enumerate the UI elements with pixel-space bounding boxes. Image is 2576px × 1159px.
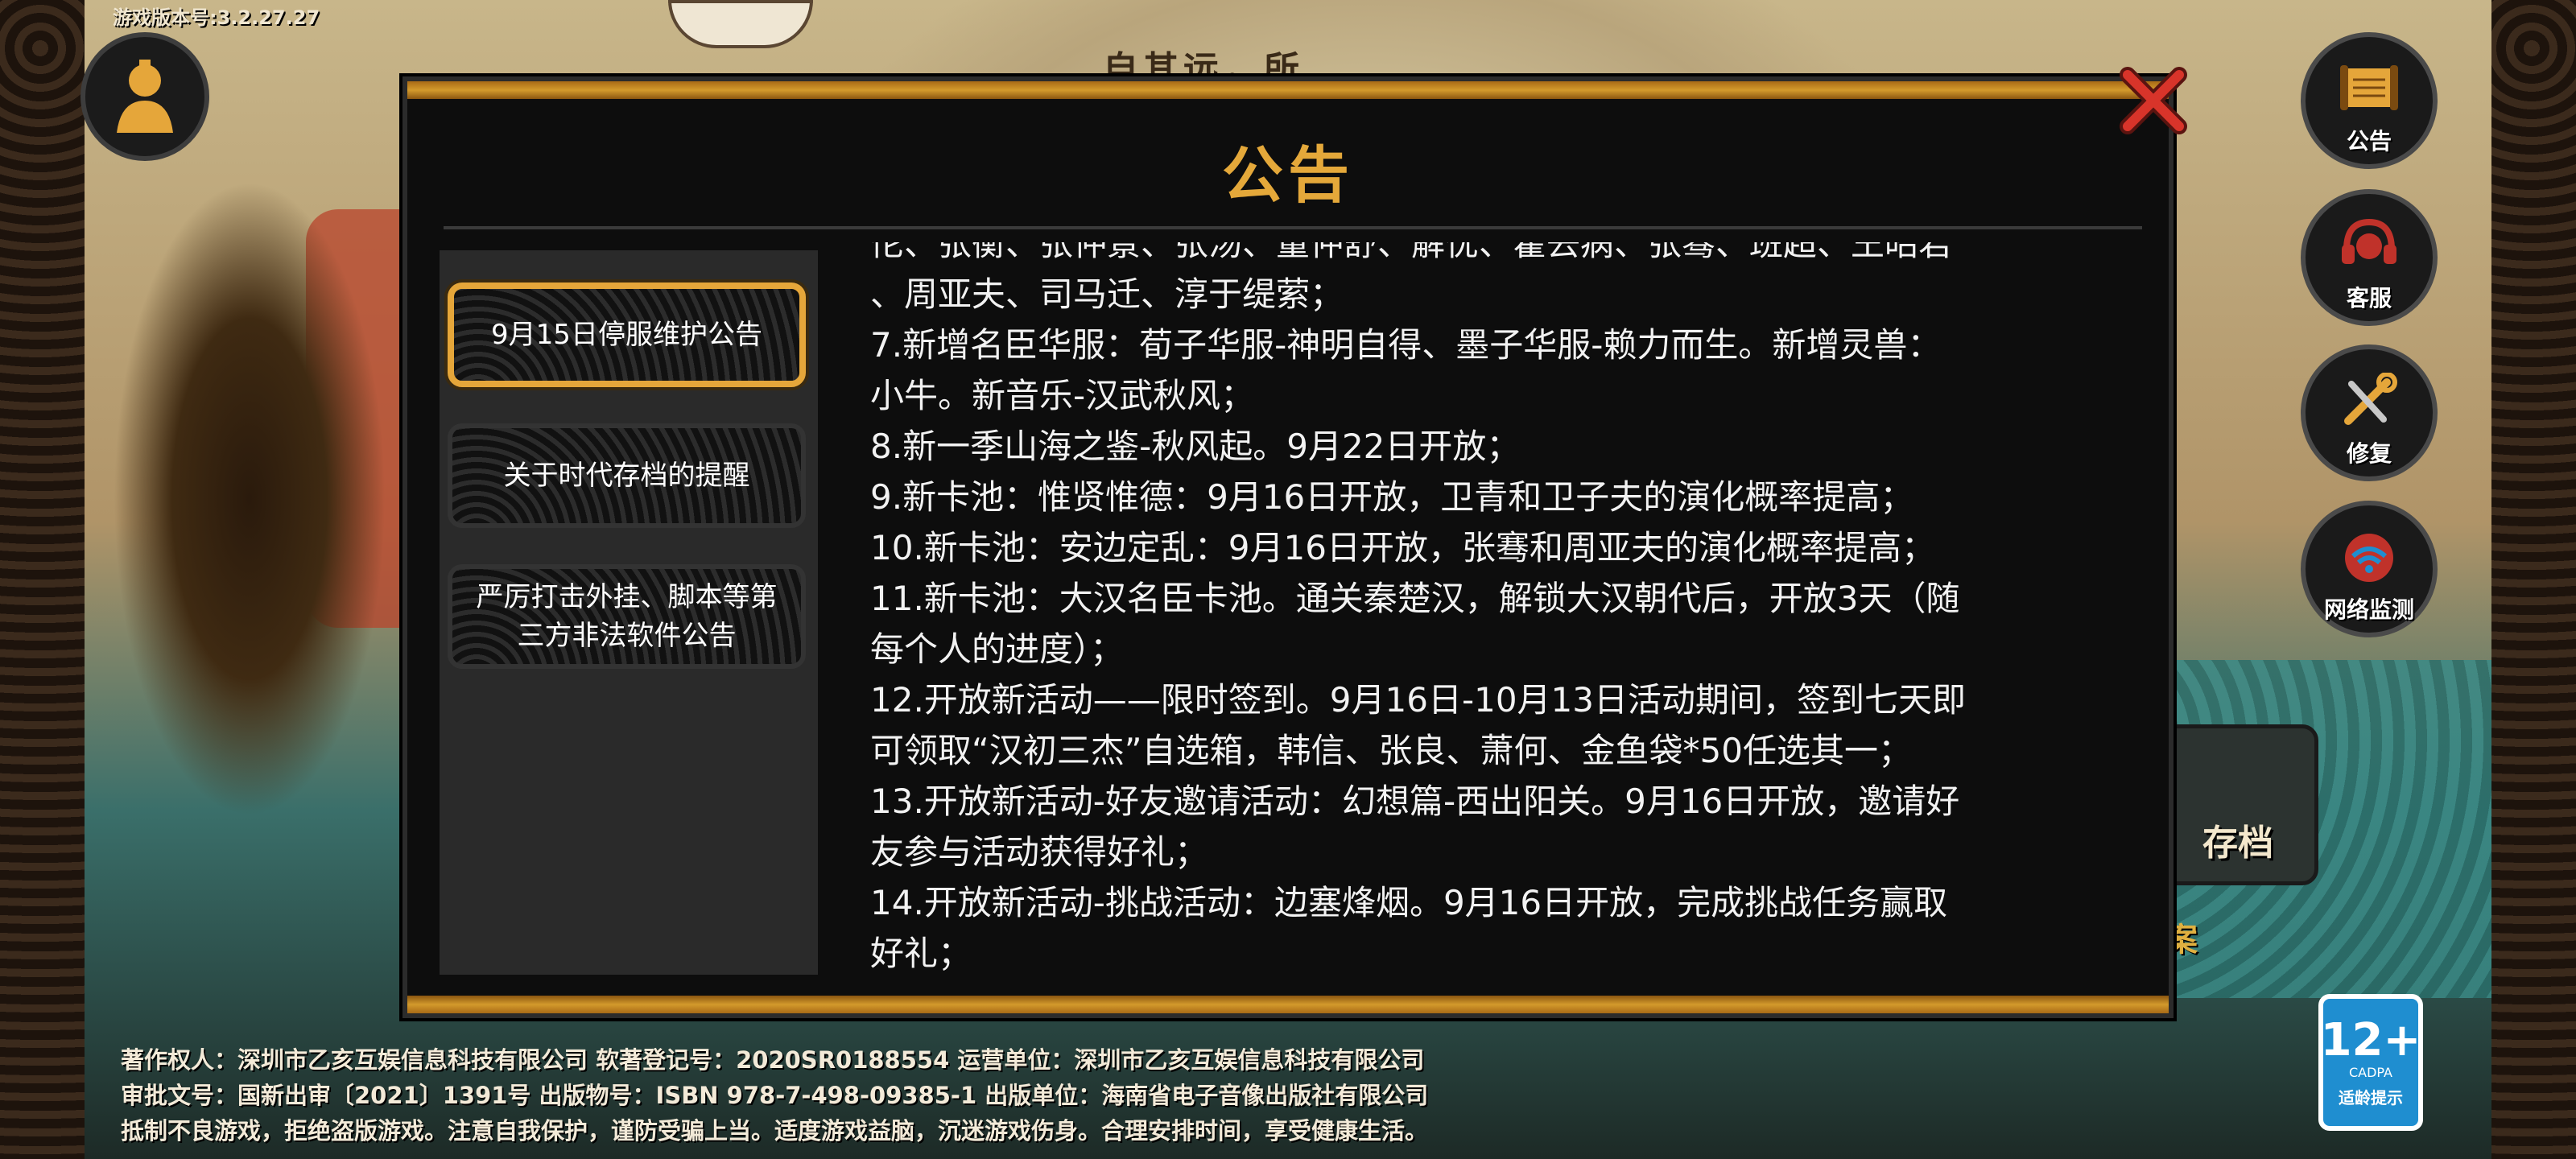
legal-health-notice-line: 抵制不良游戏，拒绝盗版游戏。注意自我保护，谨防受骗上当。适度游戏益脑，沉迷游戏伤… xyxy=(121,1117,1429,1145)
dialog-divider xyxy=(444,226,2142,229)
announcement-line: 小牛。新音乐-汉武秋风； xyxy=(870,376,1255,415)
age-rating-badge[interactable]: 12+ CADPA 适龄提示 xyxy=(2318,994,2423,1131)
legal-copyright-line: 著作权人：深圳市乙亥互娱信息科技有限公司 软著登记号：2020SR0188554… xyxy=(121,1046,1425,1074)
dialog-top-border xyxy=(407,81,2169,99)
age-rating-value: 12+ xyxy=(2320,1014,2421,1066)
announcement-line: 8.新一季山海之鉴-秋风起。9月22日开放； xyxy=(870,427,1521,466)
tab-anti-cheat-notice[interactable]: 严厉打击外挂、脚本等第三方非法软件公告 xyxy=(448,564,806,669)
age-rating-tip: 适龄提示 xyxy=(2339,1088,2403,1107)
tab-label: 关于时代存档的提醒 xyxy=(503,460,750,492)
wifi-icon xyxy=(2345,534,2393,582)
announcement-line: 9.新卡池：惟贤惟德：9月16日开放，卫青和卫子夫的演化概率提高； xyxy=(870,477,1914,517)
close-icon xyxy=(2120,67,2187,134)
announcement-line: 友参与活动获得好礼； xyxy=(870,832,1209,872)
dialog-bottom-border xyxy=(407,996,2169,1013)
announcement-line: 12.开放新活动——限时签到。9月16日-10月13日活动期间，签到七天即 xyxy=(870,680,1967,720)
announcement-line: 、周亚夫、司马迁、淳于缇萦； xyxy=(870,274,1344,314)
avatar-button[interactable] xyxy=(80,32,209,161)
scroll-icon xyxy=(2340,65,2398,110)
tab-label: 严厉打击外挂、脚本等第三方非法软件公告 xyxy=(476,581,778,652)
age-rating-org: CADPA xyxy=(2348,1065,2392,1080)
announcement-tab-list: 9月15日停服维护公告 关于时代存档的提醒 严厉打击外挂、脚本等第三方非法软件公… xyxy=(440,250,818,975)
storage-label: 存档 xyxy=(2202,823,2273,864)
network-monitor-label: 网络监测 xyxy=(2323,596,2414,623)
announcement-label: 公告 xyxy=(2346,128,2392,155)
headset-icon xyxy=(2342,218,2396,264)
announcement-line: 14.开放新活动-挑战活动：边塞烽烟。9月16日开放，完成挑战任务赢取 xyxy=(870,883,1948,922)
announcement-line: 佗、张衡、张仲景、张汤、董仲舒、解忧、霍去病、张骞、班超、王昭君 xyxy=(870,242,1953,263)
customer-service-label: 客服 xyxy=(2346,285,2392,311)
left-border-pattern xyxy=(0,0,85,1159)
wrench-icon xyxy=(2344,373,2397,425)
announcement-dialog: 公告 9月15日停服维护公告 关于时代存档的提醒 严厉打击外挂、脚本等第三方非法… xyxy=(402,76,2174,1018)
tab-maintenance-notice[interactable]: 9月15日停服维护公告 xyxy=(448,283,806,387)
customer-service-button[interactable]: 客服 xyxy=(2301,189,2438,326)
announcement-line: 好礼； xyxy=(870,934,972,971)
announcement-line: 可领取“汉初三杰”自选箱，韩信、张良、萧何、金鱼袋*50任选其一； xyxy=(870,731,1912,770)
game-version: 游戏版本号:3.2.27.27 xyxy=(113,6,320,29)
announcement-content[interactable]: 佗、张衡、张仲景、张汤、董仲舒、解忧、霍去病、张骞、班超、王昭君、周亚夫、司马迁… xyxy=(870,242,2126,971)
repair-button[interactable]: 修复 xyxy=(2301,344,2438,481)
right-border-pattern xyxy=(2491,0,2576,1159)
close-button[interactable] xyxy=(2113,60,2194,141)
tab-era-save-reminder[interactable]: 关于时代存档的提醒 xyxy=(448,423,806,528)
legal-footer: 著作权人：深圳市乙亥互娱信息科技有限公司 软著登记号：2020SR0188554… xyxy=(121,1042,2294,1149)
announcement-line: 11.新卡池：大汉名臣卡池。通关秦楚汉，解锁大汉朝代后，开放3天（随 xyxy=(870,579,1960,618)
announcement-line: 7.新增名臣华服：荀子华服-神明自得、墨子华服-赖力而生。新增灵兽： xyxy=(870,325,1942,365)
repair-label: 修复 xyxy=(2346,440,2392,467)
dialog-title: 公告 xyxy=(1222,139,1354,211)
network-monitor-button[interactable]: 网络监测 xyxy=(2301,501,2438,637)
avatar-icon xyxy=(117,60,173,133)
legal-approval-line: 审批文号：国新出审〔2021〕1391号 出版物号：ISBN 978-7-498… xyxy=(121,1082,1429,1109)
announcement-line: 10.新卡池：安边定乱：9月16日开放，张骞和周亚夫的演化概率提高； xyxy=(870,528,1935,567)
tab-label: 9月15日停服维护公告 xyxy=(491,319,762,351)
announcement-button[interactable]: 公告 xyxy=(2301,32,2438,169)
storage-button[interactable]: 存档 xyxy=(2157,724,2318,885)
announcement-line: 每个人的进度）； xyxy=(870,629,1125,669)
announcement-line: 13.开放新活动-好友邀请活动：幻想篇-西出阳关。9月16日开放，邀请好 xyxy=(870,782,1960,821)
announcement-text: 佗、张衡、张仲景、张汤、董仲舒、解忧、霍去病、张骞、班超、王昭君、周亚夫、司马迁… xyxy=(870,242,2126,971)
